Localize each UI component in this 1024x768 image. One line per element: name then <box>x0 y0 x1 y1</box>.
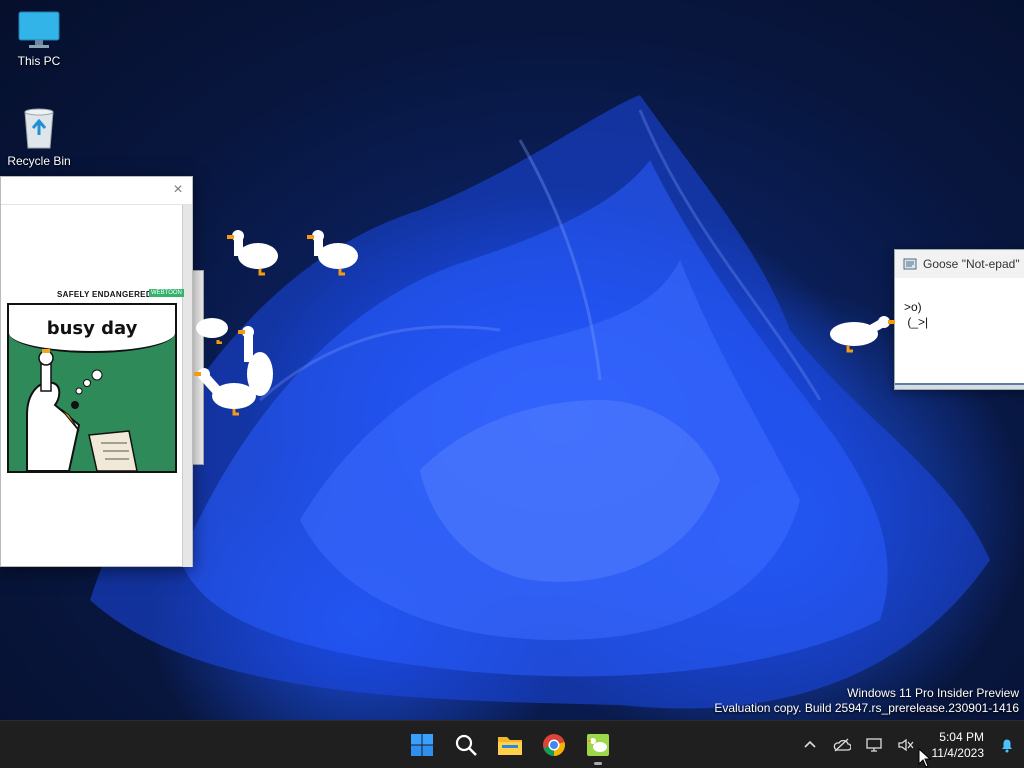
goose-sprite[interactable] <box>194 364 266 416</box>
title-bar[interactable]: Goose "Not-epad" <box>895 250 1024 278</box>
clock[interactable]: 5:04 PM 11/4/2023 <box>922 729 990 761</box>
webtoon-badge: WEBTOON <box>149 289 184 297</box>
onedrive-button[interactable] <box>826 729 858 761</box>
desktop-icon-recycle-bin[interactable]: Recycle Bin <box>1 106 77 168</box>
taskbar-apps <box>404 727 616 765</box>
goose-app-button[interactable] <box>580 727 616 765</box>
taskbar: 5:04 PM 11/4/2023 <box>0 720 1024 768</box>
goose-sprite[interactable] <box>826 312 896 360</box>
monitor-icon <box>18 11 60 48</box>
notepad-text[interactable]: >o) (_>| <box>895 278 1024 352</box>
recycle-bin-icon <box>24 108 54 149</box>
comic-title: SAFELY ENDANGERED <box>57 290 152 299</box>
search-icon <box>455 734 477 756</box>
start-button[interactable] <box>404 727 440 763</box>
mouse-cursor-icon <box>918 748 932 768</box>
file-explorer-icon <box>498 737 522 755</box>
search-button[interactable] <box>448 727 484 763</box>
watermark-edition: Windows 11 Pro Insider Preview <box>847 686 1019 700</box>
scrollbar[interactable] <box>182 205 192 567</box>
desktop-icon-label: Recycle Bin <box>7 154 71 168</box>
volume-muted-icon <box>898 738 914 752</box>
goose-app-icon <box>587 734 609 756</box>
status-strip <box>895 383 1024 389</box>
clock-time: 5:04 PM <box>939 730 984 744</box>
network-button[interactable] <box>858 729 890 761</box>
notifications-button[interactable] <box>990 729 1024 761</box>
close-button[interactable]: × <box>170 182 186 198</box>
goose-sprite[interactable] <box>302 226 362 276</box>
network-icon <box>866 738 882 752</box>
notepad-icon <box>903 258 917 270</box>
bell-icon <box>1002 739 1012 753</box>
goose-sprite[interactable] <box>222 226 282 276</box>
comic-panel: busy day <box>7 303 177 473</box>
onedrive-icon <box>833 738 851 752</box>
start-icon <box>411 734 433 756</box>
evaluation-watermark: Windows 11 Pro Insider Preview Evaluatio… <box>714 686 1019 716</box>
comic-goose-illustration <box>26 349 138 471</box>
chrome-icon <box>543 734 565 756</box>
chrome-button[interactable] <box>536 727 572 763</box>
watermark-build: Evaluation copy. Build 25947.rs_prerelea… <box>714 701 1019 715</box>
system-tray: 5:04 PM 11/4/2023 <box>794 721 1024 768</box>
desktop-icon-this-pc[interactable]: This PC <box>1 10 77 68</box>
goose-sprite[interactable] <box>188 314 228 344</box>
window-title: Goose "Not-epad" <box>923 257 1020 271</box>
title-bar[interactable]: × <box>1 177 192 205</box>
show-hidden-icons-button[interactable] <box>794 729 826 761</box>
file-explorer-button[interactable] <box>492 727 528 763</box>
meme-window[interactable]: × SAFELY ENDANGERED WEBTOON busy day <box>0 176 193 567</box>
goose-notepad-window[interactable]: Goose "Not-epad" >o) (_>| <box>894 249 1024 390</box>
chevron-up-icon <box>804 740 816 748</box>
desktop-icon-label: This PC <box>17 54 61 68</box>
